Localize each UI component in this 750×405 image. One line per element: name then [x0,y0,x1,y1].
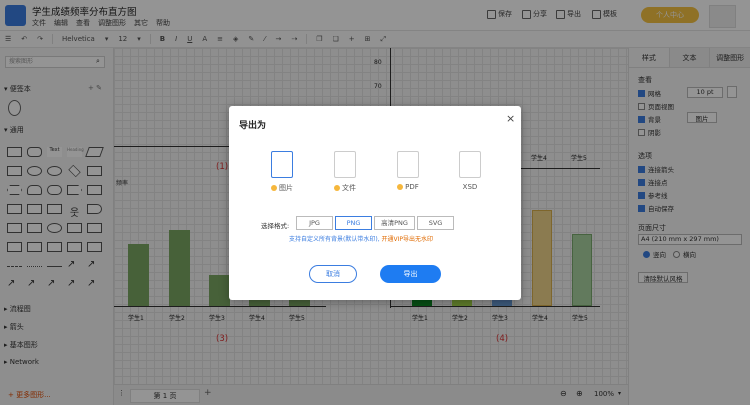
document-file-icon [334,151,356,178]
format-document[interactable]: 文件 [319,146,371,201]
crown-icon [397,184,404,190]
crown-icon [334,185,340,191]
type-hd-png-button[interactable]: 高清PNG [374,216,415,230]
confirm-export-button[interactable]: 导出 [380,265,441,283]
format-type-label: 选择格式: [261,222,290,230]
crown-icon [271,185,277,191]
pdf-file-icon [397,151,419,178]
close-icon[interactable]: × [506,112,515,125]
vip-link[interactable]: 开通VIP导出无水印 [382,236,434,243]
format-image[interactable]: 图片 [256,146,308,201]
format-pdf[interactable]: PDF [382,146,434,201]
code-file-icon [459,151,481,178]
export-dialog: 导出为 × 图片 文件 PDF XSD 选择格式: JPG PNG 高清PNG … [229,106,521,300]
type-svg-button[interactable]: SVG [417,216,454,230]
format-xsd[interactable]: XSD [444,146,496,201]
watermark-note: 支持自定义所有背景(默认带水印), 开通VIP导出无水印 [289,236,434,243]
type-png-button[interactable]: PNG [335,216,372,230]
cancel-button[interactable]: 取消 [309,265,357,283]
image-file-icon [271,151,293,178]
dialog-title: 导出为 [239,121,267,131]
type-jpg-button[interactable]: JPG [296,216,333,230]
